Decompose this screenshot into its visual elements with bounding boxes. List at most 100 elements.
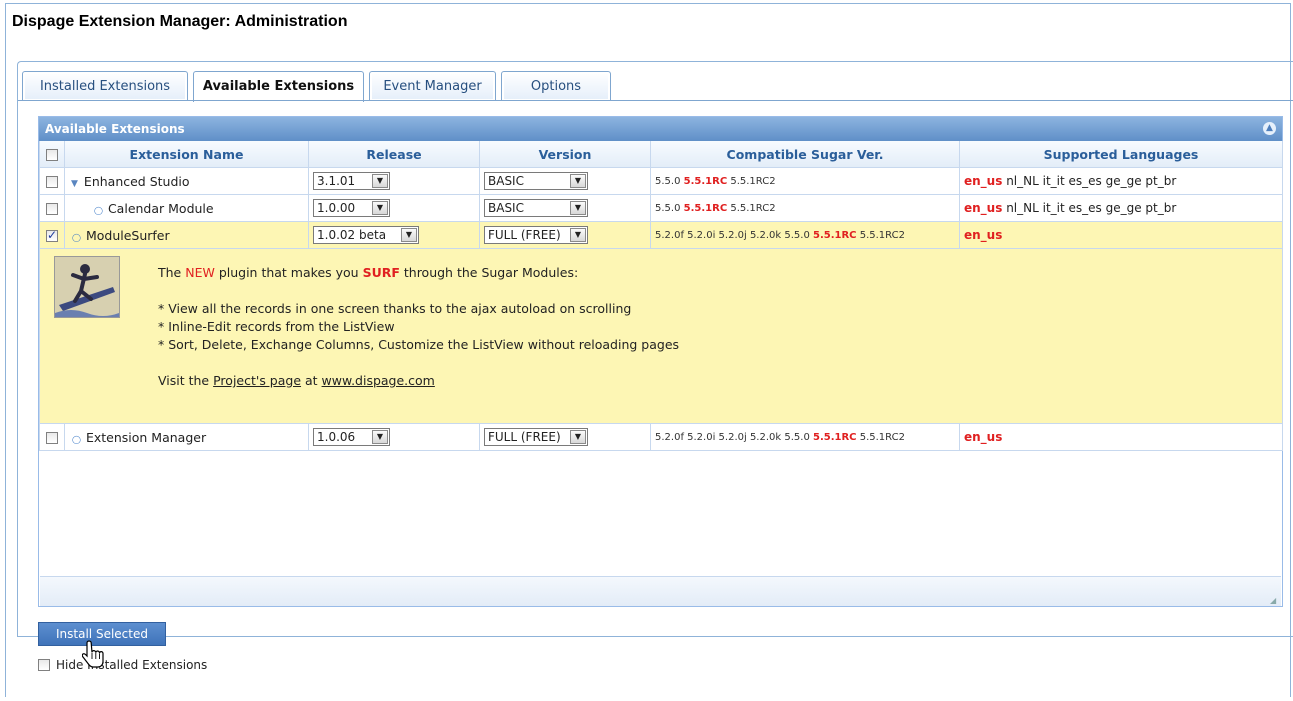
compat-versions-tail: 5.5.1RC2 bbox=[730, 202, 776, 214]
release-cell: 1.0.00 ▼ bbox=[308, 194, 480, 222]
row-checkbox[interactable] bbox=[46, 431, 58, 444]
hide-installed-toggle[interactable]: Hide Installed Extensions bbox=[38, 658, 207, 672]
version-select[interactable]: FULL (FREE) ▼ bbox=[484, 428, 588, 446]
extension-detail: The NEW plugin that makes you SURF throu… bbox=[41, 250, 1282, 423]
release-select[interactable]: 1.0.02 beta ▼ bbox=[313, 226, 419, 244]
desc-surf: SURF bbox=[362, 265, 400, 280]
tab-installed-extensions[interactable]: Installed Extensions bbox=[22, 71, 188, 101]
primary-language: en_us bbox=[964, 174, 1003, 188]
surfer-thumbnail bbox=[54, 256, 120, 318]
version-value: FULL (FREE) bbox=[488, 228, 561, 242]
primary-language: en_us bbox=[964, 430, 1003, 444]
col-supported-languages[interactable]: Supported Languages bbox=[959, 141, 1283, 168]
bullet-icon: ◯ bbox=[72, 434, 81, 444]
tab-available-extensions[interactable]: Available Extensions bbox=[193, 71, 364, 102]
languages-cell: en_us nl_NL it_it es_es ge_ge pt_br bbox=[959, 194, 1283, 222]
release-select[interactable]: 1.0.00 ▼ bbox=[313, 199, 390, 217]
compat-highlight: 5.5.1RC bbox=[683, 202, 728, 214]
primary-language: en_us bbox=[964, 228, 1003, 242]
version-cell: FULL (FREE) ▼ bbox=[479, 221, 651, 249]
primary-language: en_us bbox=[964, 201, 1003, 215]
version-cell: FULL (FREE) ▼ bbox=[479, 423, 651, 451]
bullet-icon: ◯ bbox=[72, 232, 81, 242]
grid-title: Available Extensions bbox=[45, 122, 185, 136]
collapse-icon[interactable]: ▲ bbox=[1263, 122, 1276, 135]
compat-versions: 5.2.0f 5.2.0i 5.2.0j 5.2.0k 5.5.0 bbox=[655, 229, 810, 241]
col-release[interactable]: Release bbox=[308, 141, 480, 168]
compat-versions-tail: 5.5.1RC2 bbox=[859, 229, 905, 241]
extension-name[interactable]: Calendar Module bbox=[108, 201, 214, 216]
dropdown-arrow-icon: ▼ bbox=[570, 228, 586, 242]
extension-name-cell: ◯ Calendar Module bbox=[64, 194, 309, 222]
dropdown-arrow-icon: ▼ bbox=[570, 201, 586, 215]
row-checkbox[interactable] bbox=[46, 202, 58, 215]
compat-cell: 5.5.0 5.5.1RC 5.5.1RC2 bbox=[650, 167, 960, 195]
release-value: 3.1.01 bbox=[317, 174, 356, 188]
project-page-link[interactable]: Project's page bbox=[213, 373, 301, 388]
extension-name[interactable]: ModuleSurfer bbox=[86, 228, 170, 243]
dropdown-arrow-icon: ▼ bbox=[401, 228, 417, 242]
languages-cell: en_us bbox=[959, 221, 1283, 249]
resize-grip-icon[interactable]: ◢ bbox=[1270, 596, 1278, 605]
extension-detail-cell: The NEW plugin that makes you SURF throu… bbox=[39, 248, 1283, 424]
extension-name-cell: ◯ Extension Manager bbox=[64, 423, 309, 451]
row-select-cell bbox=[39, 423, 65, 451]
tab-event-manager[interactable]: Event Manager bbox=[369, 71, 496, 101]
release-value: 1.0.02 beta bbox=[317, 228, 387, 242]
col-extension-name[interactable]: Extension Name bbox=[64, 141, 309, 168]
desc-text: Visit the bbox=[158, 373, 214, 388]
compat-cell: 5.5.0 5.5.1RC 5.5.1RC2 bbox=[650, 194, 960, 222]
extension-name[interactable]: Extension Manager bbox=[86, 430, 206, 445]
row-checkbox[interactable] bbox=[46, 175, 58, 188]
other-languages: nl_NL it_it es_es ge_ge pt_br bbox=[1006, 174, 1177, 188]
compat-highlight: 5.5.1RC bbox=[813, 431, 857, 443]
page-title: Dispage Extension Manager: Administratio… bbox=[12, 13, 348, 30]
version-value: FULL (FREE) bbox=[488, 430, 561, 444]
release-select[interactable]: 3.1.01 ▼ bbox=[313, 172, 390, 190]
col-compatible-sugar[interactable]: Compatible Sugar Ver. bbox=[650, 141, 960, 168]
select-all-cell bbox=[39, 141, 65, 168]
compat-highlight: 5.5.1RC bbox=[683, 175, 728, 187]
select-all-checkbox[interactable] bbox=[46, 149, 58, 161]
dropdown-arrow-icon: ▼ bbox=[570, 174, 586, 188]
compat-cell: 5.2.0f 5.2.0i 5.2.0j 5.2.0k 5.5.0 5.5.1R… bbox=[650, 423, 960, 451]
version-select[interactable]: BASIC ▼ bbox=[484, 172, 588, 190]
compat-cell: 5.2.0f 5.2.0i 5.2.0j 5.2.0k 5.5.0 5.5.1R… bbox=[650, 221, 960, 249]
extension-name-cell: ◯ ModuleSurfer bbox=[64, 221, 309, 249]
languages-cell: en_us bbox=[959, 423, 1283, 451]
hide-installed-checkbox[interactable] bbox=[38, 659, 50, 671]
compat-versions-tail: 5.5.1RC2 bbox=[730, 175, 776, 187]
compat-versions: 5.2.0f 5.2.0i 5.2.0j 5.2.0k 5.5.0 bbox=[655, 431, 810, 443]
extensions-grid: Available Extensions ▲ Extension Name Re… bbox=[38, 116, 1283, 607]
table-header-row: Extension Name Release Version Compatibl… bbox=[39, 141, 1283, 168]
table-row: ◯ Extension Manager 1.0.06 ▼ FULL (FREE) ▼ … bbox=[39, 423, 1283, 451]
release-cell: 3.1.01 ▼ bbox=[308, 167, 480, 195]
desc-new: NEW bbox=[185, 265, 215, 280]
extension-name: Enhanced Studio bbox=[83, 173, 190, 189]
release-cell: 1.0.02 beta ▼ bbox=[308, 221, 480, 249]
version-select[interactable]: FULL (FREE) ▼ bbox=[484, 226, 588, 244]
compat-highlight: 5.5.1RC bbox=[813, 229, 857, 241]
desc-text: through the Sugar Modules: bbox=[399, 265, 579, 280]
desc-text: plugin that makes you bbox=[214, 265, 363, 280]
release-cell: 1.0.06 ▼ bbox=[308, 423, 480, 451]
expand-triangle-icon[interactable]: ▼ bbox=[71, 179, 78, 189]
hide-installed-label: Hide Installed Extensions bbox=[56, 658, 208, 672]
dropdown-arrow-icon: ▼ bbox=[372, 430, 388, 444]
row-checkbox[interactable] bbox=[46, 228, 58, 242]
tab-options[interactable]: Options bbox=[501, 71, 611, 101]
release-select[interactable]: 1.0.06 ▼ bbox=[313, 428, 390, 446]
website-link[interactable]: www.dispage.com bbox=[322, 373, 435, 388]
compat-versions-tail: 5.5.1RC2 bbox=[859, 431, 905, 443]
languages-cell: en_us nl_NL it_it es_es ge_ge pt_br bbox=[959, 167, 1283, 195]
table-row: ◯ Calendar Module 1.0.00 ▼ BASIC ▼ 5.5.0 5.… bbox=[39, 194, 1283, 222]
tab-divider bbox=[18, 100, 1293, 101]
col-version[interactable]: Version bbox=[479, 141, 651, 168]
release-value: 1.0.00 bbox=[317, 201, 356, 215]
extension-name-cell: ▼ Enhanced Studio bbox=[64, 167, 309, 195]
grid-title-bar: Available Extensions ▲ bbox=[39, 117, 1282, 141]
row-select-cell bbox=[39, 221, 65, 249]
version-select[interactable]: BASIC ▼ bbox=[484, 199, 588, 217]
other-languages: nl_NL it_it es_es ge_ge pt_br bbox=[1006, 201, 1177, 215]
dropdown-arrow-icon: ▼ bbox=[570, 430, 586, 444]
